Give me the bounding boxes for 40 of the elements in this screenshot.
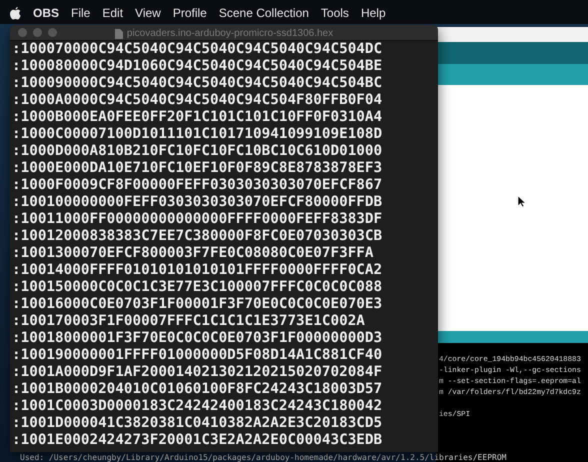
hex-line: :1001B0000204010C01060100F8FC24243C18003D57	[11, 381, 384, 398]
hex-line: :10014000FFFF01010101010101FFFF0000FFFF0CA2	[11, 262, 384, 279]
hex-line: :1000C00007100D1011101C101710941099109E108D	[11, 126, 384, 143]
hex-line: :100090000C94C5040C94C5040C94C5040C94C504BC	[11, 75, 384, 92]
document-icon	[114, 28, 123, 38]
hex-line: :1000A0000C94C5040C94C5040C94C504F80FFB0F04	[11, 92, 384, 109]
hex-line: :100170003F1F00007FFFC1C1C1C1E3773E1C002A	[11, 313, 366, 330]
hex-line: :100070000C94C5040C94C5040C94C5040C94C504DC	[11, 41, 384, 58]
minimize-button[interactable]	[33, 28, 42, 37]
hex-line: :10016000C0E0703F1F00001F3F70E0C0C0C0E070E3	[11, 296, 384, 313]
zoom-button[interactable]	[48, 28, 57, 37]
hex-line: :100190000001FFFF01000000D5F08D14A1C881CF40	[11, 347, 384, 364]
hex-line: :1001E0002424273F20001C3E2A2A2E0C00043C3EDB	[11, 432, 384, 449]
window-title: picovaders.ino-arduboy-promicro-ssd1306.hex	[126, 27, 334, 41]
mouse-pointer-icon	[518, 196, 526, 207]
hex-line: :100080000C94D1060C94C5040C94C5040C94C504BE	[11, 58, 384, 75]
menu-item[interactable]: Profile	[172, 4, 207, 22]
menu-item[interactable]: Help	[360, 4, 386, 22]
menu-item[interactable]: Tools	[320, 4, 349, 22]
hex-line: :100150000C0C0C1C3E77E3C100007FFFC0C0C0C088	[11, 279, 384, 296]
close-button[interactable]	[18, 28, 27, 37]
hex-line: :100100000000FEFF0303030303070EFCF80000FFDB	[11, 194, 384, 211]
hex-line: :10012000838383C7EE7C380000F8FC0E07030303CB	[11, 228, 384, 245]
hex-line: :10018000001F3F70E0C0C0C0E0703F1F00000000D3	[11, 330, 384, 347]
hex-line: :1001C0003D0000183C24242400183C24243C180042	[11, 398, 384, 415]
hex-line: :10011000FF00000000000000FFFF0000FEFF8383DF	[11, 211, 384, 228]
hex-line: :1000F0009CF8F00000FEFF0303030303070EFCF867	[11, 177, 384, 194]
hex-line: :1000D000A810B210FC10FC10FC10BC10C610D01000	[11, 143, 384, 160]
hex-line: :1001300070EFCF800003F7FE0C08080C0E07F3FFA	[11, 245, 375, 262]
menu-item[interactable]: Scene Collection	[218, 4, 309, 22]
app-menu[interactable]: OBS	[33, 4, 60, 22]
menu-item[interactable]: File	[71, 4, 90, 22]
menu-item[interactable]: View	[135, 4, 161, 22]
hex-line: :1001A000D9F1AF200014021302120215020702084F	[11, 364, 384, 381]
hex-line: :1001D000041C3820381C0410382A2A2E3C20183CD5	[11, 415, 384, 432]
hex-line: :1000E000DA10E710FC10EF10F0F89C8E8783878EF3	[11, 160, 384, 177]
menu-item[interactable]: Edit	[102, 4, 124, 22]
apple-menu-icon[interactable]	[10, 6, 21, 20]
console-line: Used: /Users/cheungby/Library/Arduino15/packages/arduboy-homemade/hardware/avr/1.2.5/libraries/EEPROM	[20, 453, 508, 462]
hex-line: :1000B000EA0FEE0FF20F1C101C101C10FF0F0310A4	[11, 109, 384, 126]
